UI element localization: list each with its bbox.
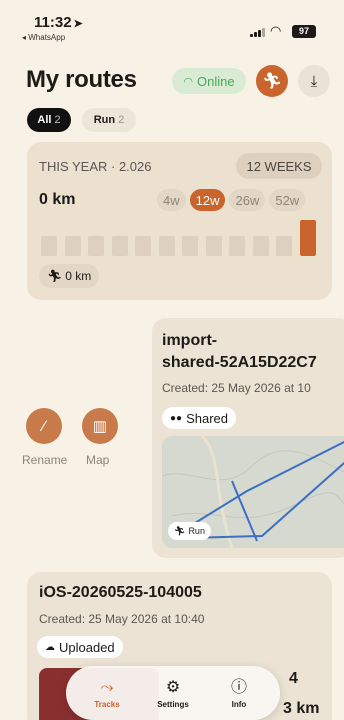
year-distance: 0 km	[39, 191, 76, 208]
week-bar	[111, 236, 128, 256]
rename-label: Rename	[22, 453, 68, 467]
tab-label: Info	[231, 699, 247, 709]
page-title: My routes	[26, 66, 137, 93]
online-label: Online	[197, 73, 235, 89]
people-icon: ●●	[170, 412, 183, 424]
week-bar	[64, 236, 81, 256]
year-label: THIS YEAR · 2.026	[39, 159, 152, 174]
uploaded-badge: ☁ Uploaded	[37, 636, 123, 658]
period-52w[interactable]: 52w	[269, 189, 306, 211]
week-bar	[229, 236, 245, 256]
shared-badge: ●● Shared	[162, 407, 237, 429]
filter-label: All	[37, 114, 52, 126]
badge-label: Shared	[186, 410, 229, 426]
period-26w[interactable]: 26w	[229, 189, 266, 211]
pencil-icon: ∕	[42, 417, 46, 435]
filter-count: 2	[118, 114, 125, 126]
export-button[interactable]: ⤓	[298, 65, 330, 97]
year-stats-card: THIS YEAR · 2.026 12 WEEKS 0 km 4w 12w 2…	[27, 142, 332, 300]
route-map-preview[interactable]: 🏃︎ Run	[162, 436, 344, 548]
status-bar: 11:32 ➤ ◂ WhatsApp ◠ 97	[0, 0, 344, 48]
download-icon: ⤓	[310, 72, 318, 90]
route-title: iOS-20260525-104005	[39, 584, 202, 601]
runner-icon: 🏃︎	[261, 73, 283, 90]
route-card-shared[interactable]: import- shared-52A15D22C7 Created: 25 Ma…	[152, 318, 344, 558]
week-bar	[276, 236, 292, 256]
week-bar	[205, 236, 222, 256]
total-distance-pill: 🏃︎ 0 km	[39, 264, 100, 288]
badge-label: Uploaded	[59, 639, 115, 655]
route-stat: 4	[289, 670, 298, 687]
tab-info[interactable]: ⓘ Info	[209, 678, 269, 709]
location-arrow-icon: ➤	[73, 18, 83, 30]
week-bar	[299, 220, 316, 256]
runner-icon: 🏃︎	[47, 269, 63, 283]
period-selector: 4w 12w 26w 52w	[157, 189, 306, 211]
week-bar	[182, 236, 198, 256]
battery-icon: 97	[292, 25, 316, 38]
week-bar	[41, 236, 57, 256]
period-12w[interactable]: 12w	[189, 189, 226, 211]
route-distance: 3 km	[283, 700, 320, 717]
filter-chip-run[interactable]: Run 2	[82, 108, 136, 132]
rename-button[interactable]: ∕	[26, 408, 62, 444]
week-bar	[158, 236, 175, 256]
filter-label: Run	[93, 114, 116, 126]
runner-icon: 🏃︎	[174, 525, 186, 536]
route-icon: ⤳	[100, 678, 114, 696]
period-4w[interactable]: 4w	[157, 189, 186, 211]
bottom-tab-bar: ⤳ Tracks ⚙ Settings ⓘ Info	[66, 666, 280, 720]
filter-chip-all[interactable]: All 2	[27, 108, 71, 132]
back-to-app-link[interactable]: ◂ WhatsApp	[22, 33, 65, 42]
route-title: import- shared-52A15D22C7	[162, 332, 317, 371]
total-distance: 0 km	[65, 269, 92, 283]
map-label: Map	[86, 453, 110, 467]
route-created: Created: 25 May 2026 at 10:40	[39, 612, 205, 626]
tab-settings[interactable]: ⚙ Settings	[143, 678, 203, 709]
online-status-badge: ◠ Online	[172, 68, 246, 94]
map-button[interactable]: ▥	[82, 408, 118, 444]
tab-tracks[interactable]: ⤳ Tracks	[77, 678, 137, 709]
cloud-icon: ☁	[45, 641, 55, 653]
wifi-icon: ◠	[270, 23, 282, 38]
weeks-badge: 12 WEEKS	[236, 153, 322, 179]
route-created: Created: 25 May 2026 at 10	[162, 381, 311, 395]
week-bar	[252, 236, 269, 256]
filter-count: 2	[54, 114, 61, 126]
wifi-icon: ◠	[183, 75, 194, 88]
tab-label: Settings	[157, 699, 189, 709]
activity-runner-button[interactable]: 🏃︎	[256, 65, 288, 97]
tab-label: Tracks	[94, 699, 120, 709]
status-time: 11:32 ➤	[34, 14, 83, 31]
info-icon: ⓘ	[230, 678, 247, 696]
signal-icon	[250, 27, 266, 37]
sport-label: Run	[188, 526, 205, 536]
weekly-distance-bars	[41, 220, 321, 256]
gear-icon: ⚙	[165, 678, 181, 696]
week-bar	[135, 236, 151, 256]
week-bar	[88, 236, 104, 256]
map-icon: ▥	[92, 418, 108, 435]
sport-tag: 🏃︎ Run	[168, 522, 211, 540]
